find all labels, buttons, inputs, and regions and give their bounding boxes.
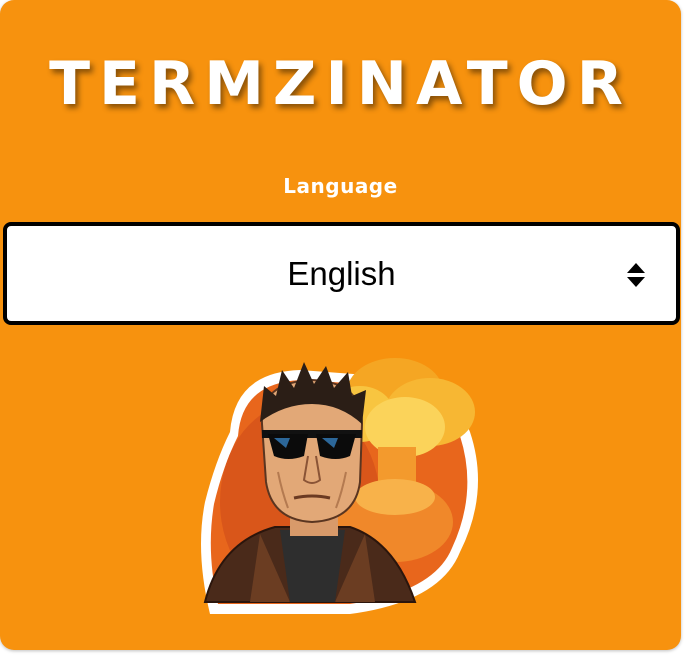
app-title: TERMZINATOR (49, 49, 632, 119)
language-label: Language (283, 174, 398, 198)
app-card: TERMZINATOR Language English (0, 0, 681, 650)
language-select[interactable]: English (3, 222, 680, 325)
terminator-mascot-illustration (201, 358, 478, 614)
updown-arrows-icon (627, 263, 645, 287)
language-select-value: English (287, 255, 396, 292)
